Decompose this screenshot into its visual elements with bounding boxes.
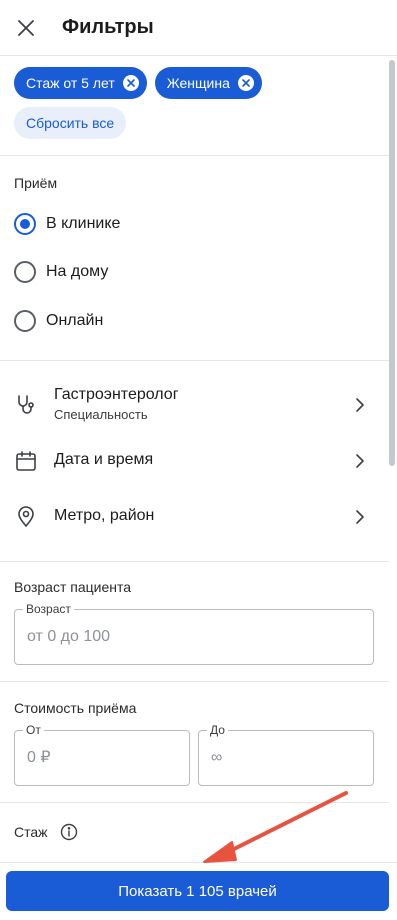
price-to-input[interactable] bbox=[211, 749, 361, 767]
divider bbox=[0, 802, 389, 803]
nav-specialty[interactable]: Гастроэнтеролог Специальность bbox=[0, 379, 389, 431]
stethoscope-icon bbox=[18, 395, 34, 414]
scrollbar-thumb[interactable] bbox=[389, 60, 395, 466]
info-icon[interactable] bbox=[60, 823, 78, 841]
chip-experience[interactable]: Стаж от 5 лет bbox=[14, 67, 147, 99]
nav-title: Гастроэнтеролог bbox=[54, 386, 179, 403]
patient-age-input[interactable] bbox=[27, 628, 361, 646]
radio-button[interactable] bbox=[14, 261, 36, 283]
price-from-input[interactable] bbox=[27, 749, 177, 767]
radio-label: Онлайн bbox=[46, 312, 104, 329]
field-legend: Возраст bbox=[23, 602, 74, 616]
location-pin-icon bbox=[18, 506, 34, 528]
nav-title: Дата и время bbox=[54, 451, 154, 468]
footer: Показать 1 105 врачей bbox=[0, 862, 397, 920]
patient-age-field[interactable]: Возраст bbox=[14, 602, 374, 665]
radio-in-clinic[interactable]: В клинике bbox=[14, 213, 120, 235]
reception-label: Приём bbox=[14, 175, 58, 191]
chevron-right-icon bbox=[356, 454, 364, 468]
remove-chip-button[interactable] bbox=[237, 75, 254, 91]
calendar-icon bbox=[16, 451, 36, 471]
radio-button-checked[interactable] bbox=[14, 213, 36, 235]
page-title: Фильтры bbox=[62, 16, 154, 38]
divider bbox=[0, 561, 389, 562]
chip-gender[interactable]: Женщина bbox=[154, 67, 262, 99]
reset-all-button[interactable]: Сбросить все bbox=[14, 107, 127, 139]
divider bbox=[0, 155, 389, 156]
radio-label: На дому bbox=[46, 263, 109, 280]
radio-label: В клинике bbox=[46, 215, 121, 232]
nav-metro-district[interactable]: Метро, район bbox=[0, 491, 389, 543]
price-from-field[interactable]: От bbox=[14, 723, 190, 786]
show-results-button[interactable]: Показать 1 105 врачей bbox=[6, 871, 389, 911]
experience-label: Стаж bbox=[14, 824, 48, 840]
chevron-right-icon bbox=[356, 398, 364, 412]
patient-age-label: Возраст пациента bbox=[14, 579, 132, 595]
filters-content: Стаж от 5 лет Женщина Сбросить все Приём… bbox=[0, 57, 389, 862]
close-icon bbox=[18, 20, 34, 36]
chip-label: Стаж от 5 лет bbox=[26, 75, 115, 91]
nav-date-time[interactable]: Дата и время bbox=[0, 435, 389, 487]
radio-online[interactable]: Онлайн bbox=[14, 310, 103, 332]
radio-button[interactable] bbox=[14, 310, 36, 332]
filters-header: Фильтры bbox=[0, 0, 397, 56]
field-legend: От bbox=[23, 723, 44, 737]
nav-subtitle: Специальность bbox=[54, 407, 148, 422]
divider bbox=[0, 360, 389, 361]
price-label: Стоимость приёма bbox=[14, 700, 137, 716]
radio-at-home[interactable]: На дому bbox=[14, 261, 108, 283]
chevron-right-icon bbox=[356, 510, 364, 524]
close-icon bbox=[242, 79, 250, 87]
nav-title: Метро, район bbox=[54, 507, 155, 524]
active-filter-chips: Стаж от 5 лет Женщина bbox=[14, 67, 262, 99]
close-button[interactable] bbox=[10, 12, 42, 44]
close-icon bbox=[126, 79, 135, 87]
field-legend: До bbox=[207, 723, 228, 737]
chip-label: Женщина bbox=[166, 75, 230, 91]
price-to-field[interactable]: До bbox=[198, 723, 374, 786]
divider bbox=[0, 681, 389, 682]
remove-chip-button[interactable] bbox=[122, 75, 139, 91]
